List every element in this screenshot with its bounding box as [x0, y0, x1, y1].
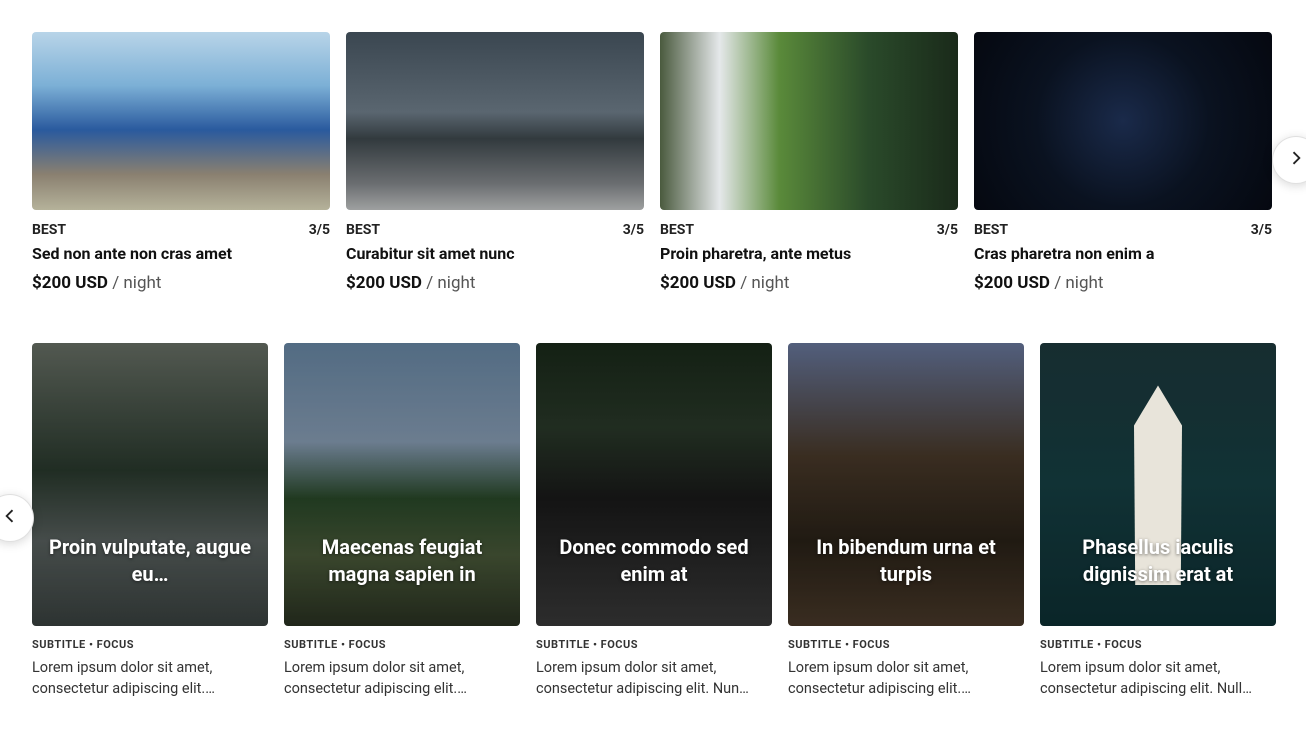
- listing-card[interactable]: BEST 3/5 Proin pharetra, ante metus $200…: [660, 32, 958, 293]
- article-overlay-title: In bibendum urna et turpis: [788, 534, 1024, 626]
- article-subtitle: SUBTITLE • FOCUS: [32, 638, 268, 651]
- article-subtitle: SUBTITLE • FOCUS: [1040, 638, 1276, 651]
- price-per: / night: [426, 273, 475, 293]
- listing-rating: 3/5: [937, 222, 958, 238]
- listing-meta: BEST 3/5: [660, 222, 958, 238]
- listing-carousel-row: BEST 3/5 Sed non ante non cras amet $200…: [32, 32, 1274, 293]
- price-per: / night: [740, 273, 789, 293]
- listing-card[interactable]: BEST 3/5 Cras pharetra non enim a $200 U…: [974, 32, 1272, 293]
- chevron-right-icon: [1286, 148, 1306, 172]
- listing-badge: BEST: [346, 222, 380, 238]
- article-image: In bibendum urna et turpis: [788, 343, 1024, 626]
- article-subtitle: SUBTITLE • FOCUS: [788, 638, 1024, 651]
- listing-price: $200 USD / night: [32, 273, 330, 293]
- article-image: Phasellus iaculis dignissim erat at: [1040, 343, 1276, 626]
- article-description: Lorem ipsum dolor sit amet, consectetur …: [788, 657, 1024, 699]
- chevron-left-icon: [0, 506, 20, 530]
- article-card[interactable]: Maecenas feugiat magna sapien in SUBTITL…: [284, 343, 520, 699]
- price-amount: $200 USD: [660, 273, 736, 293]
- article-description: Lorem ipsum dolor sit amet, consectetur …: [1040, 657, 1276, 699]
- listing-price: $200 USD / night: [346, 273, 644, 293]
- price-amount: $200 USD: [346, 273, 422, 293]
- listing-title: Proin pharetra, ante metus: [660, 244, 958, 263]
- article-overlay-title: Phasellus iaculis dignissim erat at: [1040, 534, 1276, 626]
- listing-badge: BEST: [660, 222, 694, 238]
- listing-meta: BEST 3/5: [346, 222, 644, 238]
- article-card[interactable]: Proin vulputate, augue eu… SUBTITLE • FO…: [32, 343, 268, 699]
- article-description: Lorem ipsum dolor sit amet, consectetur …: [284, 657, 520, 699]
- listing-meta: BEST 3/5: [974, 222, 1272, 238]
- price-amount: $200 USD: [974, 273, 1050, 293]
- article-image: Maecenas feugiat magna sapien in: [284, 343, 520, 626]
- article-overlay-title: Maecenas feugiat magna sapien in: [284, 534, 520, 626]
- listing-card[interactable]: BEST 3/5 Sed non ante non cras amet $200…: [32, 32, 330, 293]
- article-image: Donec commodo sed enim at: [536, 343, 772, 626]
- listing-meta: BEST 3/5: [32, 222, 330, 238]
- price-amount: $200 USD: [32, 273, 108, 293]
- listing-title: Cras pharetra non enim a: [974, 244, 1272, 263]
- listing-card[interactable]: BEST 3/5 Curabitur sit amet nunc $200 US…: [346, 32, 644, 293]
- article-overlay-title: Proin vulputate, augue eu…: [32, 534, 268, 626]
- listing-price: $200 USD / night: [974, 273, 1272, 293]
- listing-image: [974, 32, 1272, 210]
- listing-title: Sed non ante non cras amet: [32, 244, 330, 263]
- article-image: Proin vulputate, augue eu…: [32, 343, 268, 626]
- article-card[interactable]: In bibendum urna et turpis SUBTITLE • FO…: [788, 343, 1024, 699]
- article-card[interactable]: Phasellus iaculis dignissim erat at SUBT…: [1040, 343, 1276, 699]
- listing-title: Curabitur sit amet nunc: [346, 244, 644, 263]
- article-carousel-row: Proin vulputate, augue eu… SUBTITLE • FO…: [32, 343, 1274, 699]
- listing-rating: 3/5: [623, 222, 644, 238]
- article-overlay-title: Donec commodo sed enim at: [536, 534, 772, 626]
- article-card[interactable]: Donec commodo sed enim at SUBTITLE • FOC…: [536, 343, 772, 699]
- listing-image: [660, 32, 958, 210]
- article-description: Lorem ipsum dolor sit amet, consectetur …: [32, 657, 268, 699]
- price-per: / night: [112, 273, 161, 293]
- listing-image: [32, 32, 330, 210]
- listing-badge: BEST: [974, 222, 1008, 238]
- listing-price: $200 USD / night: [660, 273, 958, 293]
- article-subtitle: SUBTITLE • FOCUS: [536, 638, 772, 651]
- listing-rating: 3/5: [1251, 222, 1272, 238]
- price-per: / night: [1054, 273, 1103, 293]
- article-subtitle: SUBTITLE • FOCUS: [284, 638, 520, 651]
- listing-rating: 3/5: [309, 222, 330, 238]
- listing-image: [346, 32, 644, 210]
- article-description: Lorem ipsum dolor sit amet, consectetur …: [536, 657, 772, 699]
- listing-badge: BEST: [32, 222, 66, 238]
